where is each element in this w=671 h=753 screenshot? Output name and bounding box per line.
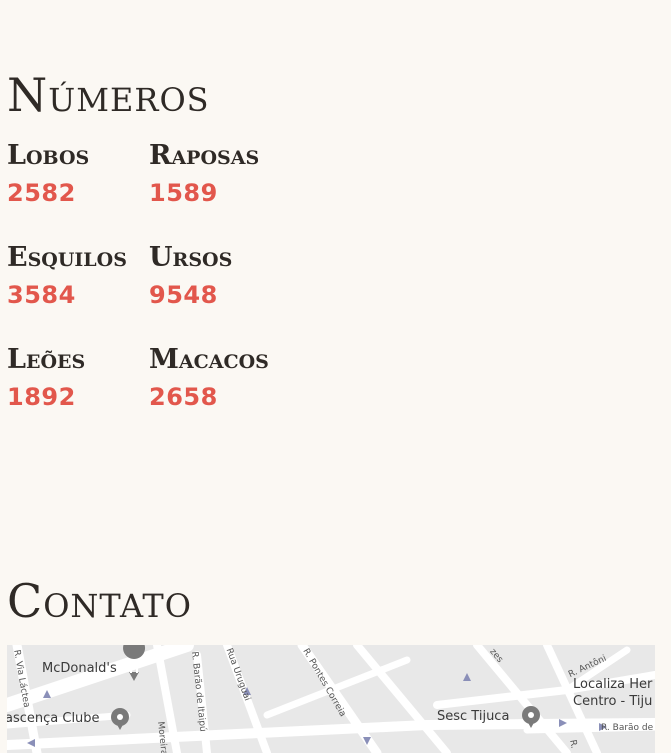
stat-raposas: Raposas 1589 [149,140,297,242]
stat-lobos: Lobos 2582 [7,140,149,242]
stat-esquilos: Esquilos 3584 [7,242,149,344]
stat-name: Raposas [149,140,260,171]
stat-value: 1589 [149,179,218,207]
contact-section-title: Contato [7,574,192,628]
map-pin-icon [111,708,129,730]
street-label: R. [567,739,579,750]
street-label: R. Barão de [601,723,654,733]
stat-value: 3584 [7,281,76,309]
stat-name: Macacos [149,344,269,375]
stat-value: 9548 [149,281,218,309]
stat-name: Leões [7,344,86,375]
map-place-label: Centro - Tiju [573,694,653,709]
stat-value: 2582 [7,179,76,207]
stat-macacos: Macacos 2658 [149,344,297,446]
stat-name: Lobos [7,140,90,171]
map-place-label: McDonald's [42,661,117,676]
stat-value: 1892 [7,383,76,411]
map-place-label: Localiza Her [573,677,653,692]
stat-name: Esquilos [7,242,127,273]
stat-name: Ursos [149,242,233,273]
stat-value: 2658 [149,383,218,411]
stat-ursos: Ursos 9548 [149,242,297,344]
numbers-section-title: Números [7,68,210,122]
embedded-map[interactable]: McDonald's ascença Clube Sesc Tijuca Loc… [7,645,655,753]
map-place-label: Sesc Tijuca [437,709,510,724]
map-place-label: ascença Clube [7,711,100,726]
stat-leoes: Leões 1892 [7,344,149,446]
numbers-grid: Lobos 2582 Raposas 1589 Esquilos 3584 Ur… [7,140,297,446]
